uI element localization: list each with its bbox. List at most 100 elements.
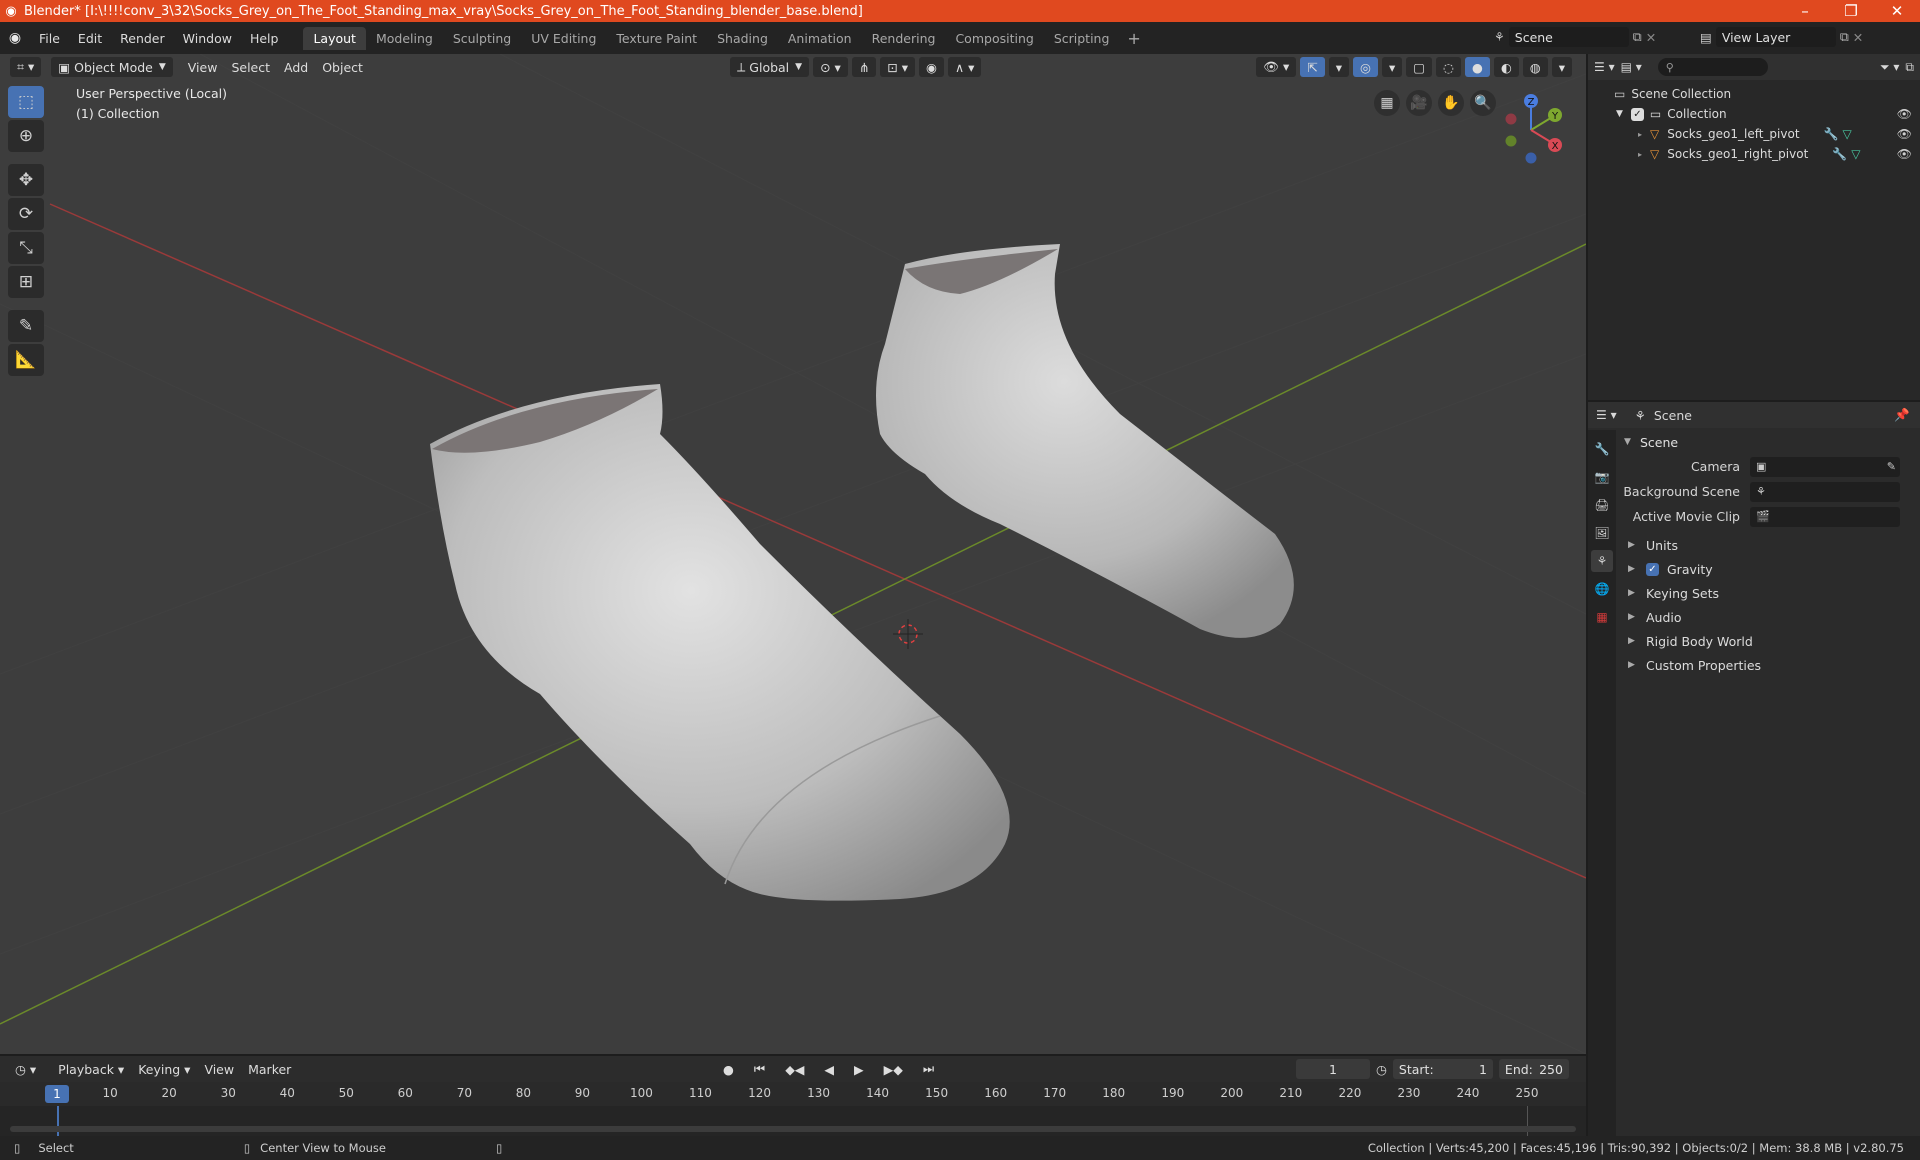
visibility-icon[interactable]: 👁 ▾ bbox=[1256, 57, 1297, 77]
sock-right-object[interactable] bbox=[876, 244, 1294, 638]
menu-file[interactable]: File bbox=[30, 31, 69, 46]
tool-tab-icon[interactable]: 🔧 bbox=[1591, 438, 1613, 460]
tab-scripting[interactable]: Scripting bbox=[1044, 27, 1120, 50]
snap-target-button[interactable]: ⊡ ▾ bbox=[880, 57, 916, 77]
rigid-body-world-panel[interactable]: ▶ Rigid Body World bbox=[1618, 629, 1920, 653]
scene-collection-row[interactable]: ▭ Scene Collection bbox=[1588, 84, 1920, 104]
properties-editor-icon[interactable]: ☰ ▾ bbox=[1596, 408, 1617, 422]
expand-arrow-icon[interactable]: ▸ bbox=[1638, 150, 1642, 159]
cursor-tool-icon[interactable]: ⊕ bbox=[8, 120, 44, 152]
pin-icon[interactable]: 📌 bbox=[1894, 407, 1910, 423]
expand-arrow-icon[interactable]: ▸ bbox=[1638, 130, 1642, 139]
tab-rendering[interactable]: Rendering bbox=[862, 27, 946, 50]
eyedropper-icon[interactable]: ✎ bbox=[1887, 460, 1896, 473]
view-layer-selector[interactable]: ▤ View Layer ⧉ ✕ bbox=[1700, 26, 1900, 48]
new-scene-icon[interactable]: ⧉ bbox=[1633, 29, 1642, 45]
shading-solid-button[interactable]: ● bbox=[1464, 57, 1490, 77]
current-frame-field[interactable]: 1 bbox=[1296, 1059, 1370, 1079]
end-frame-field[interactable]: End: 250 bbox=[1498, 1059, 1569, 1079]
menu-window[interactable]: Window bbox=[174, 31, 241, 46]
eye-icon[interactable]: 👁 bbox=[1897, 147, 1912, 161]
navigation-gizmo[interactable]: Z Y X bbox=[1496, 88, 1566, 168]
delete-scene-icon[interactable]: ✕ bbox=[1646, 30, 1656, 45]
collection-checkbox[interactable]: ✓ bbox=[1630, 107, 1644, 121]
mesh-data-icon[interactable]: ▽ bbox=[1842, 127, 1851, 141]
add-workspace-button[interactable]: + bbox=[1119, 29, 1148, 48]
menu-marker[interactable]: Marker bbox=[241, 1062, 298, 1077]
mesh-data-icon[interactable]: ▽ bbox=[1851, 147, 1860, 161]
annotate-tool-icon[interactable]: ✎ bbox=[8, 310, 44, 342]
menu-render[interactable]: Render bbox=[111, 31, 174, 46]
tab-modeling[interactable]: Modeling bbox=[366, 27, 443, 50]
menu-playback[interactable]: Playback ▾ bbox=[51, 1062, 131, 1077]
scene-panel-header[interactable]: ▼ Scene bbox=[1618, 430, 1920, 454]
render-tab-icon[interactable]: 📷 bbox=[1591, 466, 1613, 488]
gizmo-toggle[interactable]: ⇱ bbox=[1300, 57, 1325, 77]
shading-rendered-button[interactable]: ◍ bbox=[1522, 57, 1548, 77]
next-keyframe-icon[interactable]: ▶◆ bbox=[876, 1059, 910, 1079]
menu-object[interactable]: Object bbox=[315, 60, 370, 75]
select-box-tool-icon[interactable]: ⬚ bbox=[8, 86, 44, 118]
output-tab-icon[interactable]: 🖨 bbox=[1591, 494, 1613, 516]
snap-toggle[interactable]: ⋔ bbox=[851, 57, 877, 77]
menu-keying[interactable]: Keying ▾ bbox=[131, 1062, 197, 1077]
close-button[interactable]: ✕ bbox=[1874, 2, 1920, 20]
pan-hand-icon[interactable]: ✋ bbox=[1438, 90, 1464, 116]
units-panel[interactable]: ▶ Units bbox=[1618, 533, 1920, 557]
menu-help[interactable]: Help bbox=[241, 31, 288, 46]
proportional-falloff-button[interactable]: ∧ ▾ bbox=[947, 57, 982, 77]
menu-edit[interactable]: Edit bbox=[69, 31, 111, 46]
outliner-object-row[interactable]: ▸ ▽ Socks_geo1_right_pivot 🔧 ▽ 👁 bbox=[1588, 144, 1920, 164]
transform-tool-icon[interactable]: ⊞ bbox=[8, 266, 44, 298]
tab-layout[interactable]: Layout bbox=[303, 26, 366, 50]
orientation-select[interactable]: ⟂ Global ▼ bbox=[729, 57, 810, 77]
tab-uv-editing[interactable]: UV Editing bbox=[521, 27, 606, 50]
object-mode-select[interactable]: ▣ Object Mode ▼ bbox=[51, 57, 173, 77]
shading-material-button[interactable]: ◐ bbox=[1493, 57, 1519, 77]
tab-shading[interactable]: Shading bbox=[707, 27, 778, 50]
shading-wireframe-button[interactable]: ◌ bbox=[1436, 57, 1461, 77]
menu-view[interactable]: View bbox=[181, 60, 225, 75]
keying-sets-panel[interactable]: ▶ Keying Sets bbox=[1618, 581, 1920, 605]
jump-start-icon[interactable]: ⏮ bbox=[746, 1059, 773, 1079]
zoom-icon[interactable]: 🔍 bbox=[1470, 90, 1496, 116]
expand-arrow-icon[interactable]: ▼ bbox=[1616, 109, 1623, 119]
display-mode-icon[interactable]: ▤ ▾ bbox=[1621, 60, 1642, 74]
modifier-wrench-icon[interactable]: 🔧 bbox=[1824, 127, 1839, 141]
play-reverse-icon[interactable]: ◀ bbox=[817, 1059, 842, 1079]
gravity-checkbox[interactable]: ✓ bbox=[1646, 562, 1659, 576]
eye-icon[interactable]: 👁 bbox=[1897, 127, 1912, 141]
move-tool-icon[interactable]: ✥ bbox=[8, 164, 44, 196]
scene-selector[interactable]: ⚘ Scene ⧉ ✕ bbox=[1494, 26, 1694, 48]
editor-type-button[interactable]: ⌗ ▾ bbox=[10, 57, 42, 77]
shading-options[interactable]: ▾ bbox=[1551, 57, 1572, 77]
minimize-button[interactable]: – bbox=[1782, 2, 1828, 20]
outliner-editor-icon[interactable]: ☰ ▾ bbox=[1594, 60, 1615, 74]
maximize-button[interactable]: ❐ bbox=[1828, 2, 1874, 20]
record-icon[interactable]: ● bbox=[716, 1059, 741, 1079]
scale-tool-icon[interactable]: ⤡ bbox=[8, 232, 44, 264]
gravity-panel[interactable]: ▶ ✓ Gravity bbox=[1618, 557, 1920, 581]
gizmo-options[interactable]: ▾ bbox=[1328, 57, 1350, 77]
start-frame-field[interactable]: Start: 1 bbox=[1392, 1059, 1493, 1079]
clock-icon[interactable]: ◷ bbox=[1376, 1062, 1387, 1077]
overlay-options[interactable]: ▾ bbox=[1381, 57, 1403, 77]
collection-row[interactable]: ▼ ✓ ▭ Collection 👁 bbox=[1588, 104, 1920, 124]
prev-keyframe-icon[interactable]: ◆◀ bbox=[778, 1059, 812, 1079]
xray-toggle[interactable]: ▢ bbox=[1406, 57, 1433, 77]
jump-end-icon[interactable]: ⏭ bbox=[915, 1059, 942, 1079]
view-layer-tab-icon[interactable]: 🖼 bbox=[1591, 522, 1613, 544]
blender-menu-icon[interactable]: ◉ bbox=[0, 30, 30, 46]
tab-compositing[interactable]: Compositing bbox=[945, 27, 1043, 50]
timeline-track[interactable] bbox=[0, 1106, 1586, 1136]
modifier-wrench-icon[interactable]: 🔧 bbox=[1832, 147, 1847, 161]
filter-icon[interactable]: ⏷ ▾ bbox=[1880, 60, 1899, 75]
menu-select[interactable]: Select bbox=[224, 60, 277, 75]
overlay-toggle[interactable]: ◎ bbox=[1353, 57, 1378, 77]
rotate-tool-icon[interactable]: ⟳ bbox=[8, 198, 44, 230]
scene-name-field[interactable]: Scene bbox=[1508, 27, 1629, 47]
new-view-layer-icon[interactable]: ⧉ bbox=[1840, 29, 1849, 45]
camera-field[interactable]: ▣ ✎ bbox=[1750, 456, 1900, 477]
menu-timeline-view[interactable]: View bbox=[197, 1062, 241, 1077]
outliner-object-row[interactable]: ▸ ▽ Socks_geo1_left_pivot 🔧 ▽ 👁 bbox=[1588, 124, 1920, 144]
